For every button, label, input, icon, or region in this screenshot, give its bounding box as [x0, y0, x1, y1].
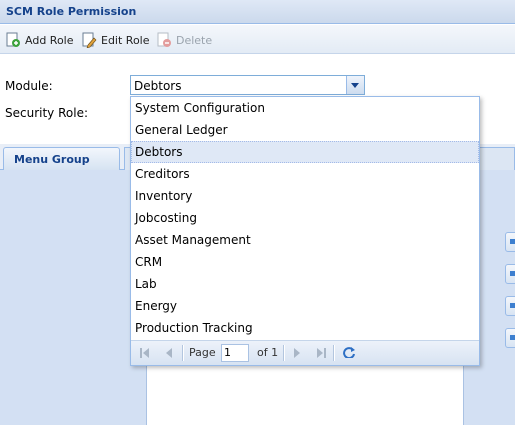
- edit-role-button[interactable]: Edit Role: [81, 31, 150, 49]
- add-role-button[interactable]: Add Role: [5, 31, 74, 49]
- refresh-icon[interactable]: [342, 346, 356, 358]
- prev-page-icon[interactable]: [163, 347, 175, 359]
- module-combobox[interactable]: Debtors: [130, 75, 365, 95]
- separator: [333, 345, 335, 361]
- list-item[interactable]: Asset Management: [131, 229, 479, 251]
- module-dropdown-list: System Configuration General Ledger Debt…: [130, 96, 480, 366]
- list-item-selected[interactable]: Debtors: [131, 141, 479, 163]
- chevron-down-icon[interactable]: [346, 76, 364, 94]
- page-count: of 1: [257, 346, 279, 359]
- move-up-button[interactable]: [505, 232, 515, 252]
- list-item[interactable]: Jobcosting: [131, 207, 479, 229]
- delete-document-icon: [156, 32, 172, 48]
- list-item[interactable]: Creditors: [131, 163, 479, 185]
- move-button[interactable]: [505, 264, 515, 284]
- double-arrow-left-icon: [510, 335, 515, 340]
- move-left-button[interactable]: [505, 296, 515, 316]
- module-label: Module:: [5, 79, 53, 93]
- delete-label: Delete: [176, 33, 213, 47]
- security-role-label: Security Role:: [5, 106, 88, 120]
- paging-toolbar: Page 1 of 1: [131, 340, 479, 365]
- tab-menu-group[interactable]: Menu Group: [3, 147, 120, 170]
- list-item[interactable]: System Configuration: [131, 97, 479, 119]
- toolbar: Add Role Edit Role Delete: [0, 25, 515, 54]
- next-page-icon[interactable]: [291, 347, 303, 359]
- edit-role-label: Edit Role: [101, 33, 150, 47]
- edit-document-icon: [81, 32, 97, 49]
- page-input[interactable]: 1: [221, 344, 249, 362]
- arrow-icon: [510, 271, 515, 276]
- add-role-label: Add Role: [25, 33, 74, 47]
- list-item[interactable]: General Ledger: [131, 119, 479, 141]
- grid-panel: [146, 360, 464, 425]
- arrow-left-icon: [510, 303, 515, 308]
- tab-menu-group-label: Menu Group: [14, 153, 90, 166]
- window-titlebar: SCM Role Permission: [0, 0, 515, 24]
- list-item[interactable]: CRM: [131, 251, 479, 273]
- module-value: Debtors: [134, 79, 182, 93]
- first-page-icon[interactable]: [139, 347, 151, 359]
- list-item[interactable]: Inventory: [131, 185, 479, 207]
- last-page-icon[interactable]: [315, 347, 327, 359]
- list-item[interactable]: Lab: [131, 273, 479, 295]
- window-title: SCM Role Permission: [6, 5, 137, 18]
- separator: [283, 345, 285, 361]
- page-label: Page: [189, 346, 216, 359]
- separator: [182, 345, 184, 361]
- move-all-left-button[interactable]: [505, 328, 515, 348]
- list-item[interactable]: Energy: [131, 295, 479, 317]
- delete-button[interactable]: Delete: [156, 31, 212, 49]
- add-document-icon: [5, 32, 21, 48]
- list-item[interactable]: Production Tracking: [131, 317, 479, 339]
- arrow-icon: [510, 239, 515, 244]
